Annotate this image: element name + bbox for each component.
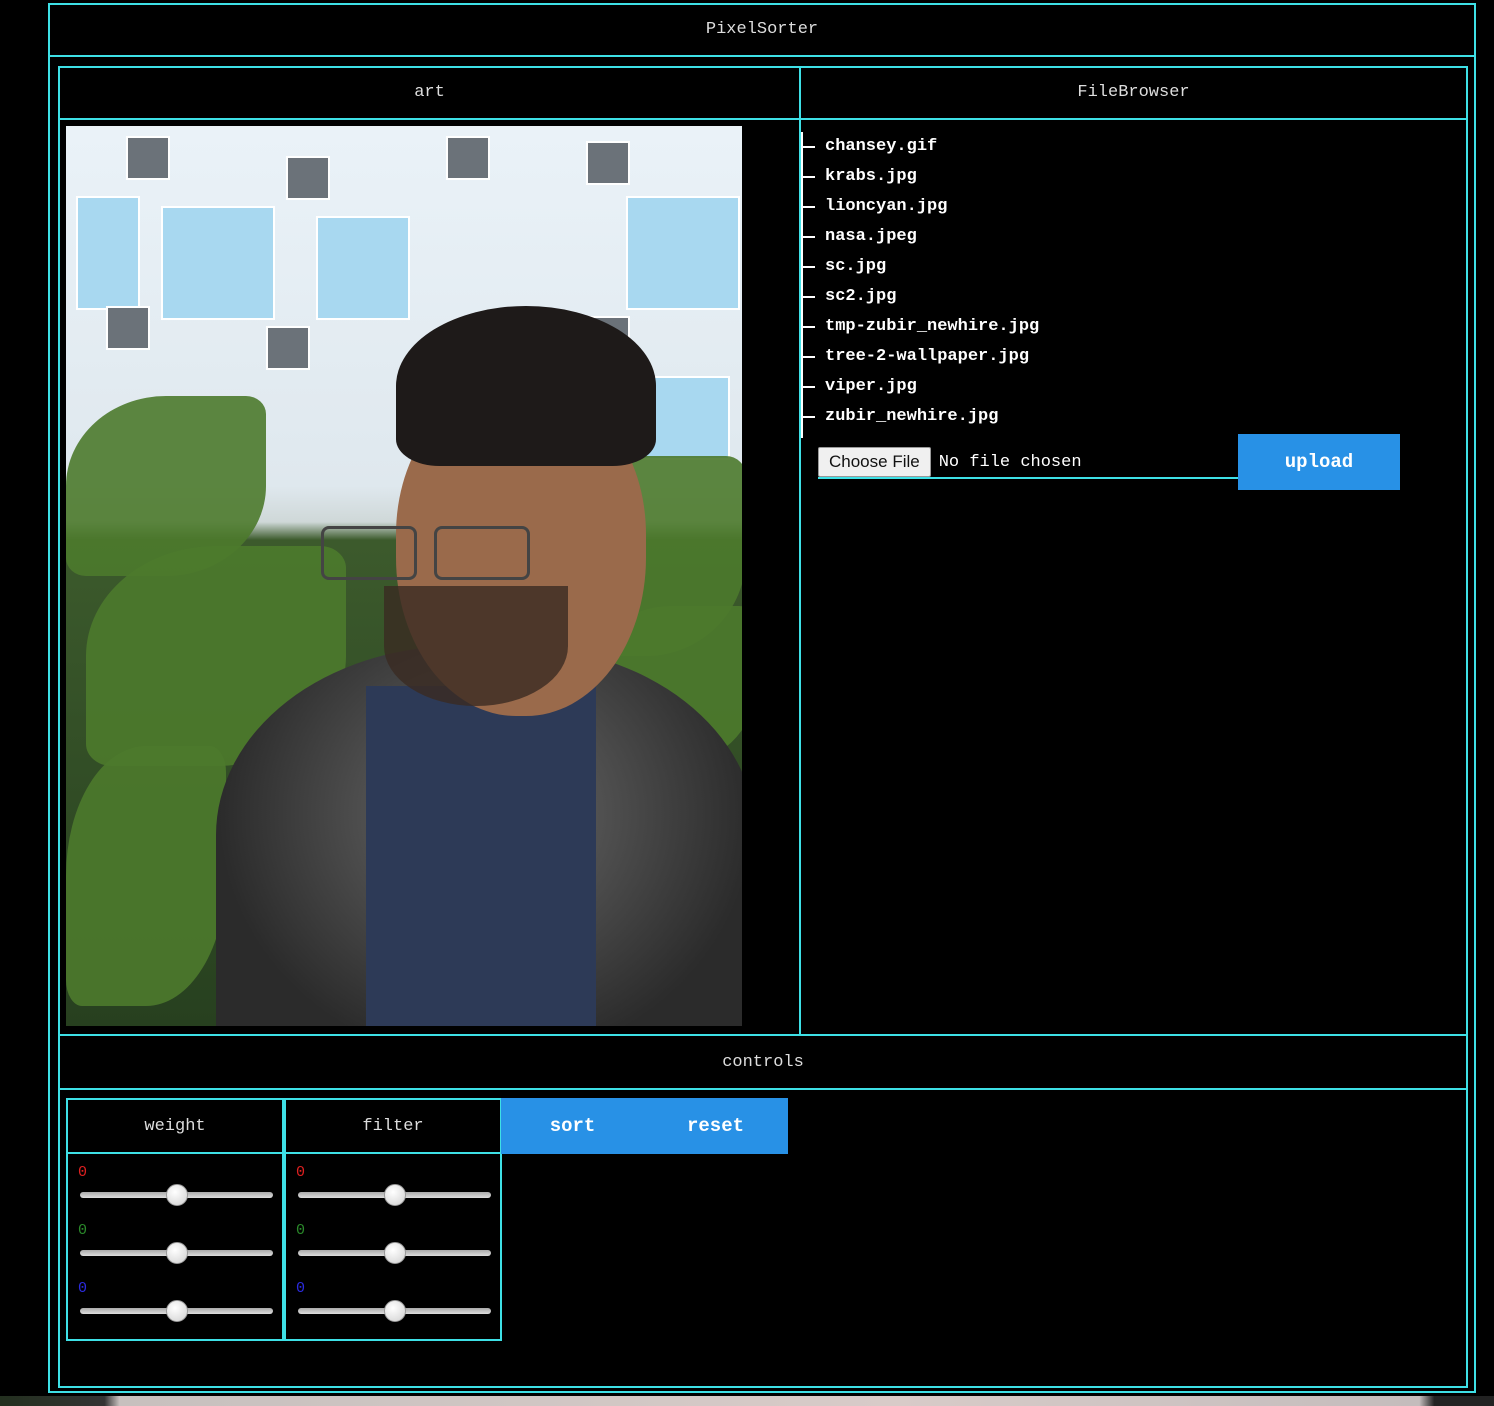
file-name: krabs.jpg <box>825 167 917 186</box>
tree-branch-icon <box>803 386 815 388</box>
file-name: tree-2-wallpaper.jpg <box>825 347 1030 366</box>
filter-panel: filter 0 0 0 <box>284 1098 502 1341</box>
reset-button[interactable]: reset <box>644 1098 787 1154</box>
file-name: tmp-zubir_newhire.jpg <box>825 317 1040 336</box>
controls-header: controls <box>58 1036 1468 1090</box>
weight-label: weight <box>68 1100 282 1154</box>
weight-b-slider[interactable]: 0 <box>68 1270 282 1328</box>
action-bar: sort reset <box>501 1098 788 1154</box>
filter-g-slider[interactable]: 0 <box>286 1212 500 1270</box>
file-item[interactable]: chansey.gif <box>803 132 1303 162</box>
slider-thumb[interactable] <box>384 1300 406 1322</box>
weight-b-value: 0 <box>78 1280 88 1297</box>
filter-g-value: 0 <box>296 1222 306 1239</box>
file-list: chansey.gif krabs.jpg lioncyan.jpg nasa.… <box>801 132 1303 438</box>
weight-r-value: 0 <box>78 1164 88 1181</box>
slider-thumb[interactable] <box>384 1184 406 1206</box>
file-name: sc2.jpg <box>825 287 897 306</box>
file-item[interactable]: nasa.jpeg <box>803 222 1303 252</box>
app-title: PixelSorter <box>48 3 1476 57</box>
file-name: chansey.gif <box>825 137 938 156</box>
filter-b-slider[interactable]: 0 <box>286 1270 500 1328</box>
file-item[interactable]: krabs.jpg <box>803 162 1303 192</box>
file-name: zubir_newhire.jpg <box>825 407 999 426</box>
file-status: No file chosen <box>938 452 1082 472</box>
tree-branch-icon <box>803 176 815 178</box>
slider-thumb[interactable] <box>166 1300 188 1322</box>
art-header: art <box>58 66 801 120</box>
file-input: Choose File No file chosen <box>818 447 1238 479</box>
choose-file-button[interactable]: Choose File <box>818 447 931 477</box>
file-item[interactable]: zubir_newhire.jpg <box>803 402 1303 432</box>
file-name: viper.jpg <box>825 377 917 396</box>
window-bottom-edge <box>0 1396 1494 1406</box>
tree-branch-icon <box>803 266 815 268</box>
filter-r-slider[interactable]: 0 <box>286 1154 500 1212</box>
tree-branch-icon <box>803 146 815 148</box>
tree-branch-icon <box>803 236 815 238</box>
art-image <box>66 126 742 1026</box>
filter-r-value: 0 <box>296 1164 306 1181</box>
filter-label: filter <box>286 1100 500 1154</box>
tree-branch-icon <box>803 296 815 298</box>
file-item[interactable]: tmp-zubir_newhire.jpg <box>803 312 1303 342</box>
tree-branch-icon <box>803 326 815 328</box>
slider-thumb[interactable] <box>384 1242 406 1264</box>
weight-g-slider[interactable]: 0 <box>68 1212 282 1270</box>
file-name: nasa.jpeg <box>825 227 917 246</box>
tree-branch-icon <box>803 356 815 358</box>
file-name: lioncyan.jpg <box>825 197 948 216</box>
file-item[interactable]: sc.jpg <box>803 252 1303 282</box>
weight-panel: weight 0 0 0 <box>66 1098 284 1341</box>
file-browser-header: FileBrowser <box>799 66 1468 120</box>
upload-button[interactable]: upload <box>1238 434 1400 490</box>
file-item[interactable]: tree-2-wallpaper.jpg <box>803 342 1303 372</box>
sort-button[interactable]: sort <box>501 1098 644 1154</box>
weight-r-slider[interactable]: 0 <box>68 1154 282 1212</box>
slider-thumb[interactable] <box>166 1184 188 1206</box>
file-item[interactable]: sc2.jpg <box>803 282 1303 312</box>
tree-branch-icon <box>803 206 815 208</box>
filter-b-value: 0 <box>296 1280 306 1297</box>
file-name: sc.jpg <box>825 257 887 276</box>
file-item[interactable]: lioncyan.jpg <box>803 192 1303 222</box>
file-item[interactable]: viper.jpg <box>803 372 1303 402</box>
slider-thumb[interactable] <box>166 1242 188 1264</box>
tree-branch-icon <box>803 416 815 418</box>
weight-g-value: 0 <box>78 1222 88 1239</box>
